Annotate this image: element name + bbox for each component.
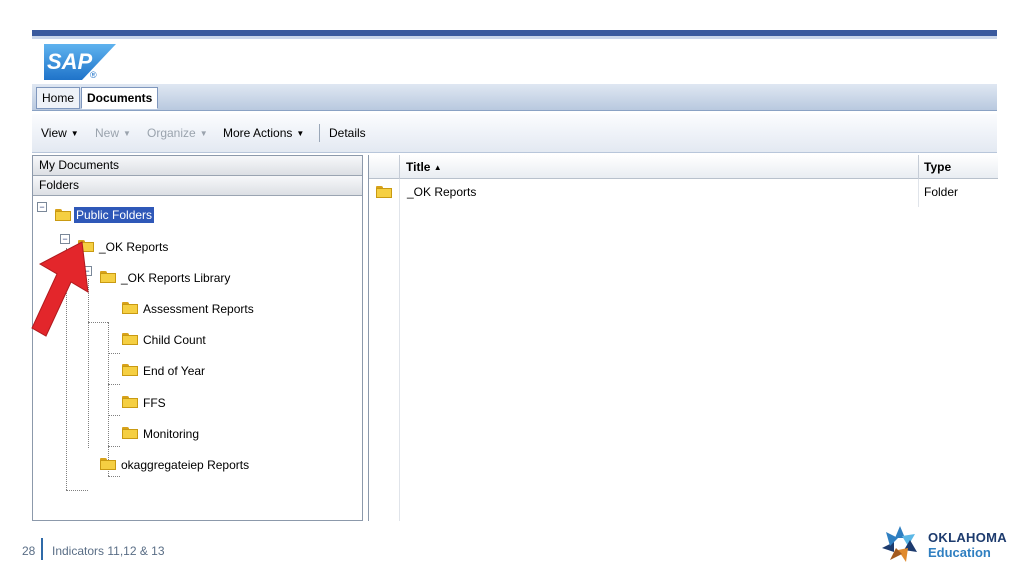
more-actions-menu[interactable]: More Actions ▼ — [223, 126, 304, 140]
tab-home[interactable]: Home — [36, 87, 81, 109]
folder-icon — [122, 396, 138, 408]
row-title[interactable]: _OK Reports — [407, 185, 476, 199]
tab-strip: Home Documents — [32, 84, 997, 111]
tree-node-child-count[interactable]: Child Count — [143, 332, 206, 348]
red-arrow-annotation — [31, 241, 89, 337]
tree-node-public-folders[interactable]: Public Folders — [74, 207, 155, 223]
header-accent-bar-light — [32, 36, 997, 39]
view-menu-label: View — [41, 126, 67, 140]
tree-connector — [108, 446, 120, 447]
folder-icon — [122, 302, 138, 314]
chevron-down-icon: ▼ — [296, 129, 305, 138]
my-documents-header[interactable]: My Documents — [33, 156, 362, 176]
folders-header[interactable]: Folders — [33, 176, 362, 196]
oklahoma-education-logo-icon — [882, 526, 917, 562]
tree-node-monitoring[interactable]: Monitoring — [143, 426, 199, 442]
footer-divider — [41, 538, 43, 560]
org-name-line1: OKLAHOMA — [928, 530, 1007, 545]
sort-ascending-icon: ▲ — [433, 163, 442, 172]
row-type: Folder — [924, 185, 959, 199]
document-list-panel: Title ▲ Type _OK Reports Folder — [368, 155, 998, 521]
column-separator — [399, 155, 400, 179]
open-folder-icon — [55, 209, 71, 221]
column-gridline — [399, 179, 400, 521]
column-title-label: Title — [406, 160, 431, 174]
tab-documents[interactable]: Documents — [81, 87, 159, 109]
org-name-line2: Education — [928, 545, 991, 560]
tree-node-ok-reports[interactable]: _OK Reports — [99, 239, 168, 255]
tree-node-ffs[interactable]: FFS — [143, 395, 166, 411]
folder-icon — [122, 333, 138, 345]
grid-header: Title ▲ Type — [369, 155, 998, 179]
tree-connector — [108, 353, 120, 354]
organize-menu-label: Organize — [147, 126, 196, 140]
tree-connector — [108, 476, 120, 477]
slide-page-number: 28 — [22, 544, 36, 558]
tree-connector — [108, 384, 120, 385]
sap-logo: SAP ® — [44, 44, 116, 80]
new-menu[interactable]: New ▼ — [95, 126, 131, 140]
tree-connector — [108, 415, 120, 416]
sap-registered-mark: ® — [90, 70, 97, 80]
tree-connector — [88, 322, 108, 323]
collapse-icon[interactable]: − — [37, 202, 47, 212]
tree-node-okaggregateiep-reports[interactable]: okaggregateiep Reports — [121, 457, 249, 473]
table-row[interactable]: _OK Reports Folder — [369, 181, 998, 203]
chevron-down-icon: ▼ — [199, 129, 208, 138]
organize-menu[interactable]: Organize ▼ — [147, 126, 208, 140]
folder-icon — [100, 458, 116, 470]
column-header-title[interactable]: Title ▲ — [406, 155, 442, 179]
folder-icon — [122, 427, 138, 439]
slide-caption: Indicators 11,12 & 13 — [52, 544, 165, 558]
details-button[interactable]: Details — [329, 126, 366, 140]
folder-icon — [376, 186, 392, 198]
toolbar: View ▼ New ▼ Organize ▼ More Actions ▼ Detai… — [32, 114, 997, 153]
chevron-down-icon: ▼ — [70, 129, 79, 138]
toolbar-separator — [319, 124, 320, 142]
view-menu[interactable]: View ▼ — [41, 126, 79, 140]
tree-connector — [108, 322, 109, 476]
tree-node-ok-reports-library[interactable]: _OK Reports Library — [121, 270, 230, 286]
tree-node-end-of-year[interactable]: End of Year — [143, 363, 205, 379]
folder-icon — [100, 271, 116, 283]
more-actions-label: More Actions — [223, 126, 293, 140]
column-header-type[interactable]: Type — [924, 155, 951, 179]
tree-connector — [66, 490, 88, 491]
chevron-down-icon: ▼ — [123, 129, 131, 138]
sap-logo-text: SAP — [47, 49, 93, 74]
column-separator — [918, 155, 919, 179]
tree-node-assessment-reports[interactable]: Assessment Reports — [143, 301, 254, 317]
folder-icon — [122, 364, 138, 376]
new-menu-label: New — [95, 126, 120, 140]
